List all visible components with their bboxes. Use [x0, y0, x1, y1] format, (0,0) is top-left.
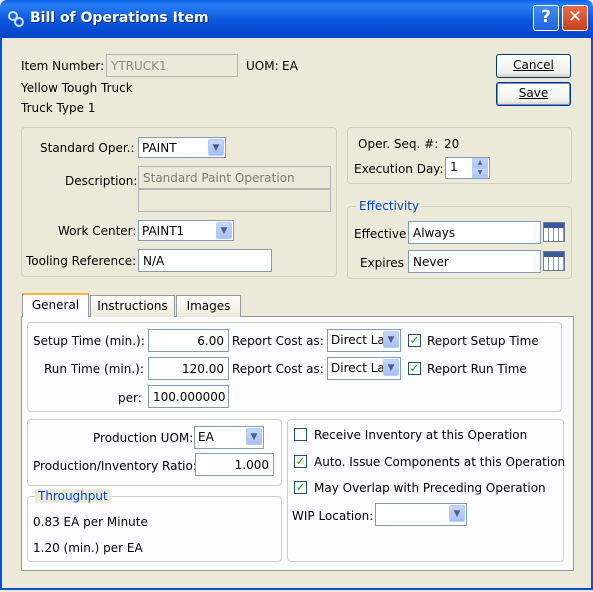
spin-down-icon[interactable]: ▼ [472, 168, 488, 178]
report-run-time-checkbox[interactable]: ✓ [408, 362, 421, 375]
expires-calendar-icon[interactable] [543, 251, 565, 271]
setup-cost-value: Direct Lab [331, 333, 383, 347]
production-uom-value: EA [198, 430, 214, 444]
run-report-cost-label: Report Cost as: [232, 362, 324, 376]
standard-oper-combo[interactable]: PAINT ▼ [138, 137, 226, 158]
uom-value: EA [282, 59, 298, 73]
standard-oper-label: Standard Oper.: [40, 141, 135, 155]
tab-images[interactable]: Images [176, 295, 241, 317]
item-description-1: Yellow Tough Truck [21, 81, 133, 95]
work-center-value: PAINT1 [142, 224, 185, 238]
uom-label: UOM: [246, 59, 279, 73]
effective-calendar-icon[interactable] [543, 222, 565, 242]
run-cost-combo[interactable]: Direct Lab ▼ [327, 357, 401, 380]
effective-field[interactable]: Always [408, 221, 541, 244]
cancel-button-label: Cancel [513, 58, 554, 72]
tooling-field[interactable]: N/A [138, 249, 272, 272]
run-cost-value: Direct Lab [331, 361, 383, 375]
throughput-line-2: 1.20 (min.) per EA [33, 541, 143, 555]
tab-instructions[interactable]: Instructions [90, 295, 175, 317]
chevron-down-icon[interactable]: ▼ [383, 331, 399, 348]
oper-seq-value: 20 [444, 137, 460, 151]
help-button[interactable]: ? [533, 5, 559, 31]
item-description-2: Truck Type 1 [21, 101, 96, 115]
window-title: Bill of Operations Item [30, 10, 209, 26]
production-uom-label: Production UOM: [93, 431, 194, 445]
save-button-label: Save [518, 86, 549, 100]
execution-day-value: 1 [450, 160, 458, 174]
report-setup-time-label: Report Setup Time [427, 334, 539, 348]
setup-time-label: Setup Time (min.): [33, 334, 145, 348]
setup-report-cost-label: Report Cost as: [232, 334, 324, 348]
expires-field[interactable]: Never [408, 250, 541, 273]
setup-time-field[interactable]: 6.00 [148, 329, 229, 352]
may-overlap-label: May Overlap with Preceding Operation [314, 481, 546, 495]
tab-general[interactable]: General [22, 293, 89, 317]
cancel-button[interactable]: Cancel [496, 54, 571, 78]
chevron-down-icon[interactable]: ▼ [383, 359, 399, 376]
title-bar: Bill of Operations Item ? ✕ [0, 0, 593, 38]
per-field[interactable]: 100.000000 [148, 385, 229, 408]
work-center-label: Work Center: [58, 224, 137, 238]
wip-location-combo[interactable]: ▼ [375, 503, 467, 526]
run-time-field[interactable]: 120.00 [148, 357, 229, 380]
execution-day-label: Execution Day: [354, 162, 444, 176]
auto-issue-checkbox[interactable]: ✓ [294, 455, 307, 468]
tooling-label: Tooling Reference: [26, 254, 137, 268]
item-number-field[interactable]: YTRUCK1 [106, 54, 238, 77]
execution-day-spinner[interactable]: ▲ ▼ [472, 158, 488, 178]
description-field-1[interactable]: Standard Paint Operation [138, 166, 331, 189]
spin-up-icon[interactable]: ▲ [472, 158, 488, 168]
description-field-2[interactable] [138, 189, 331, 212]
standard-oper-value: PAINT [142, 141, 177, 155]
may-overlap-checkbox[interactable]: ✓ [294, 481, 307, 494]
chevron-down-icon[interactable]: ▼ [208, 139, 224, 156]
app-icon [7, 10, 25, 28]
close-button[interactable]: ✕ [562, 5, 588, 31]
chevron-down-icon[interactable]: ▼ [449, 505, 465, 522]
description-label: Description: [65, 174, 138, 188]
auto-issue-label: Auto. Issue Components at this Operation [314, 455, 566, 469]
chevron-down-icon[interactable]: ▼ [246, 428, 262, 445]
expires-label: Expires [360, 256, 404, 270]
tab-images-label: Images [186, 299, 231, 313]
effectivity-title: Effectivity [356, 199, 423, 213]
production-uom-combo[interactable]: EA ▼ [194, 426, 264, 449]
report-setup-time-checkbox[interactable]: ✓ [408, 334, 421, 347]
tab-instructions-label: Instructions [97, 299, 168, 313]
oper-seq-label: Oper. Seq. #: [358, 137, 439, 151]
wip-location-label: WIP Location: [292, 509, 374, 523]
save-button[interactable]: Save [496, 82, 571, 106]
chevron-down-icon[interactable]: ▼ [216, 222, 232, 239]
setup-cost-combo[interactable]: Direct Lab ▼ [327, 329, 401, 352]
ratio-field[interactable]: 1.000 [195, 453, 274, 476]
receive-inventory-checkbox[interactable] [294, 428, 307, 441]
throughput-title: Throughput [35, 489, 111, 503]
throughput-line-1: 0.83 EA per Minute [33, 515, 148, 529]
run-time-label: Run Time (min.): [44, 362, 144, 376]
report-run-time-label: Report Run Time [427, 362, 527, 376]
item-number-label: Item Number: [21, 59, 105, 73]
tab-general-label: General [31, 298, 80, 312]
effective-label: Effective [354, 227, 407, 241]
per-label: per: [118, 391, 142, 405]
ratio-label: Production/Inventory Ratio: [33, 459, 197, 473]
work-center-combo[interactable]: PAINT1 ▼ [138, 220, 234, 241]
receive-inventory-label: Receive Inventory at this Operation [314, 428, 528, 442]
